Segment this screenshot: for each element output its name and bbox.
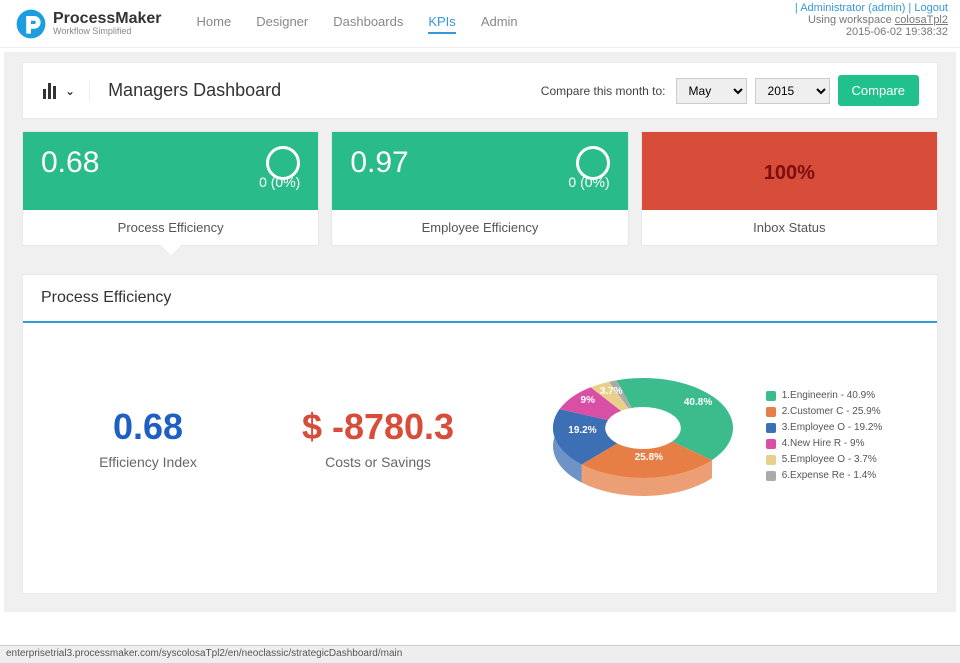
panel-title: Process Efficiency bbox=[23, 275, 937, 323]
legend-item: 3.Employee O - 19.2% bbox=[766, 422, 883, 433]
nav-item-home[interactable]: Home bbox=[197, 14, 232, 34]
summary-cards: 0.68 0 (0%) Process Efficiency 0.97 0 (0… bbox=[22, 131, 938, 246]
legend-item: 6.Expense Re - 1.4% bbox=[766, 470, 883, 481]
pie-slice-label: 3.7% bbox=[600, 386, 623, 397]
pie-chart: 40.8% 25.8% 19.2% 9% 3.7% bbox=[538, 363, 748, 513]
compare-label: Compare this month to: bbox=[541, 84, 666, 98]
legend-color-icon bbox=[766, 407, 776, 417]
legend-color-icon bbox=[766, 439, 776, 449]
browser-status-bar: enterprisetrial3.processmaker.com/syscol… bbox=[0, 645, 960, 663]
progress-circle-icon bbox=[576, 146, 610, 180]
content-scroll[interactable]: ⌄ Managers Dashboard Compare this month … bbox=[4, 52, 956, 612]
legend-item: 5.Employee O - 3.7% bbox=[766, 454, 883, 465]
card-value: 100% bbox=[642, 132, 937, 210]
compare-month-select[interactable]: May bbox=[676, 78, 747, 104]
legend-color-icon bbox=[766, 455, 776, 465]
nav-item-dashboards[interactable]: Dashboards bbox=[333, 14, 403, 34]
card-label: Employee Efficiency bbox=[332, 210, 627, 245]
main-nav: Home Designer Dashboards KPIs Admin bbox=[197, 14, 518, 34]
legend-color-icon bbox=[766, 471, 776, 481]
legend-color-icon bbox=[766, 423, 776, 433]
nav-item-kpis[interactable]: KPIs bbox=[428, 14, 455, 34]
costs-savings-stat: $ -8780.3 Costs or Savings bbox=[253, 406, 503, 470]
efficiency-index-value: 0.68 bbox=[43, 406, 253, 448]
legend-color-icon bbox=[766, 391, 776, 401]
pie-legend: 1.Engineerin - 40.9% 2.Customer C - 25.9%… bbox=[766, 390, 883, 486]
brand-tagline: Workflow Simplified bbox=[53, 27, 162, 36]
server-timestamp: 2015-06-02 19:38:32 bbox=[795, 26, 948, 38]
compare-button[interactable]: Compare bbox=[838, 75, 919, 106]
card-label: Process Efficiency bbox=[23, 210, 318, 245]
pie-slice-label: 9% bbox=[581, 395, 595, 406]
pie-slice-label: 19.2% bbox=[568, 425, 596, 436]
costs-savings-value: $ -8780.3 bbox=[253, 406, 503, 448]
chart-type-dropdown[interactable]: ⌄ bbox=[41, 81, 90, 101]
header-account: | Administrator (admin) | Logout Using w… bbox=[795, 2, 948, 38]
workspace-name: colosaTpl2 bbox=[895, 14, 948, 26]
app-header: ProcessMaker Workflow Simplified Home Des… bbox=[0, 0, 960, 48]
dashboard-title: Managers Dashboard bbox=[108, 80, 541, 101]
summary-card-0[interactable]: 0.68 0 (0%) Process Efficiency bbox=[22, 131, 319, 246]
pie-chart-block: 40.8% 25.8% 19.2% 9% 3.7% 1.Engineerin - 40.… bbox=[503, 363, 917, 513]
pie-slice-label: 25.8% bbox=[635, 452, 663, 463]
process-efficiency-panel: Process Efficiency 0.68 Efficiency Index… bbox=[22, 274, 938, 594]
compare-year-select[interactable]: 2015 bbox=[755, 78, 830, 104]
legend-item: 2.Customer C - 25.9% bbox=[766, 406, 883, 417]
brand-name: ProcessMaker bbox=[53, 11, 162, 27]
brand-block: ProcessMaker Workflow Simplified bbox=[15, 8, 162, 40]
admin-user-link[interactable]: Administrator (admin) bbox=[800, 2, 905, 14]
nav-item-designer[interactable]: Designer bbox=[256, 14, 308, 34]
efficiency-index-stat: 0.68 Efficiency Index bbox=[43, 406, 253, 470]
nav-item-admin[interactable]: Admin bbox=[481, 14, 518, 34]
legend-item: 4.New Hire R - 9% bbox=[766, 438, 883, 449]
brand-logo-icon bbox=[15, 8, 47, 40]
legend-item: 1.Engineerin - 40.9% bbox=[766, 390, 883, 401]
card-label: Inbox Status bbox=[642, 210, 937, 245]
summary-card-1[interactable]: 0.97 0 (0%) Employee Efficiency bbox=[331, 131, 628, 246]
dashboard-toolbar: ⌄ Managers Dashboard Compare this month … bbox=[22, 62, 938, 119]
bar-chart-icon bbox=[41, 81, 61, 101]
chevron-down-icon: ⌄ bbox=[65, 84, 75, 98]
pie-slice-label: 40.8% bbox=[684, 397, 712, 408]
summary-card-2[interactable]: 100% Inbox Status bbox=[641, 131, 938, 246]
logout-link[interactable]: Logout bbox=[914, 2, 948, 14]
